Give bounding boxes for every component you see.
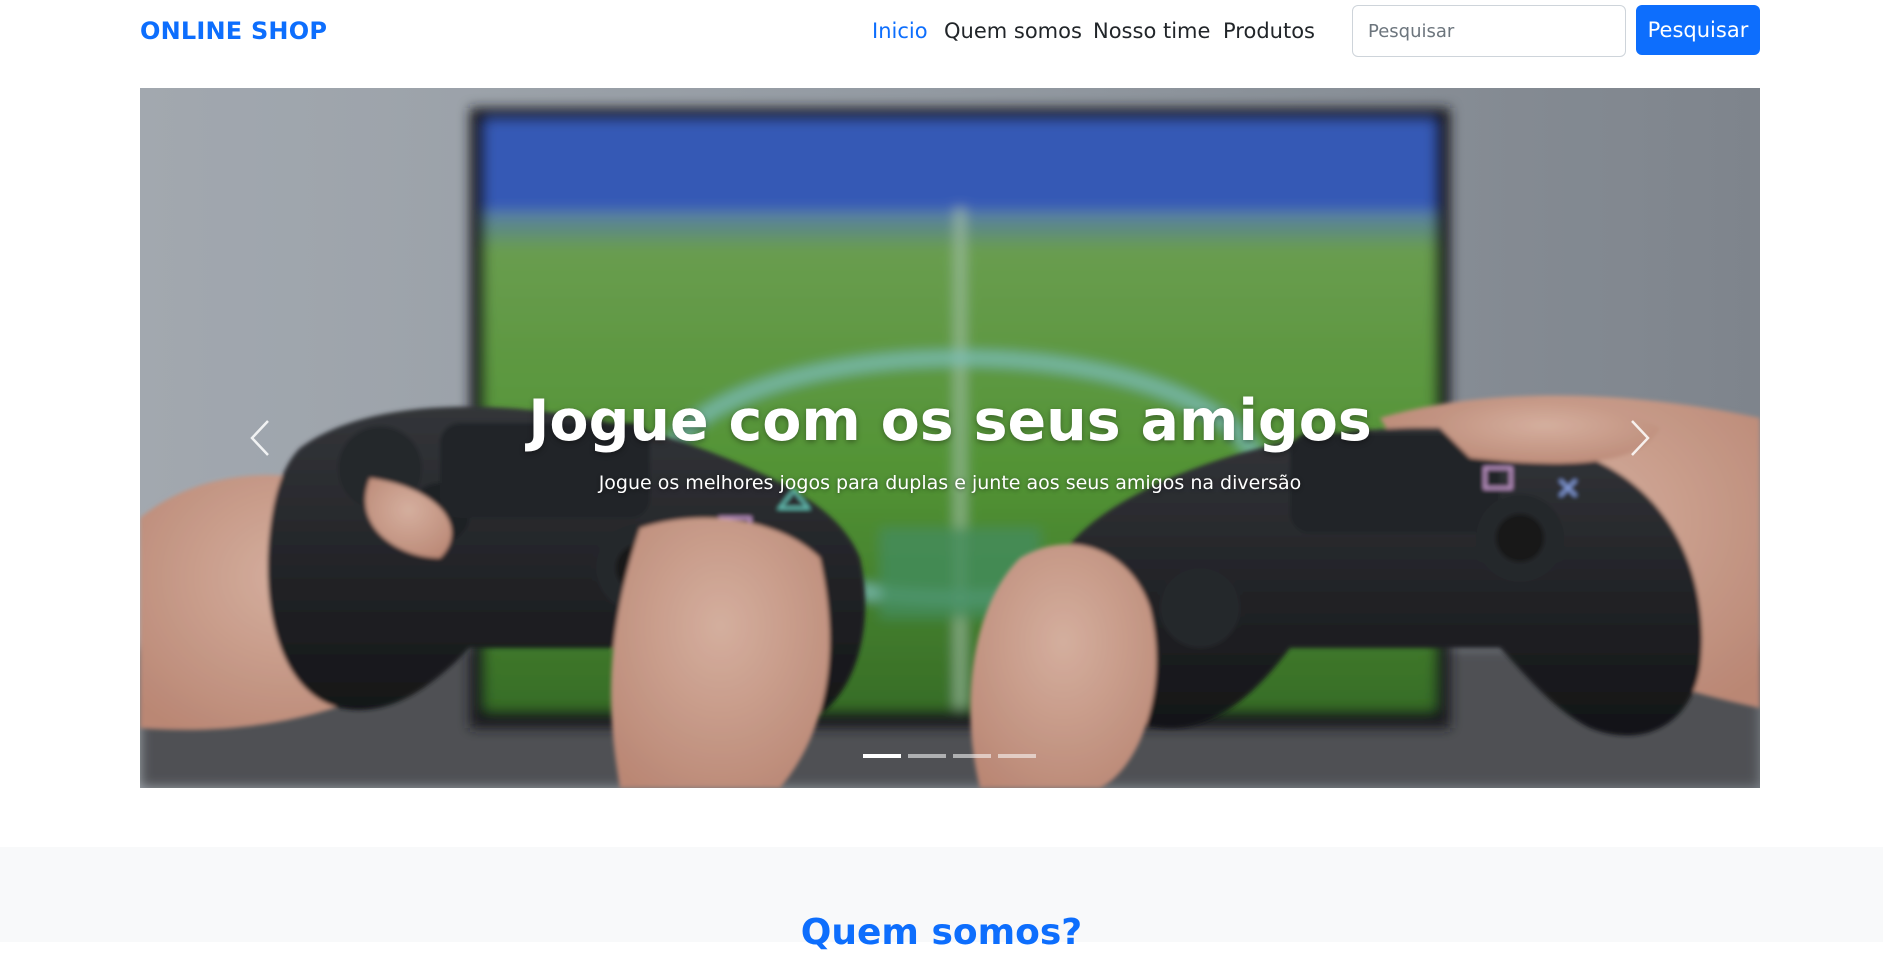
carousel-indicator-3[interactable] <box>953 754 991 758</box>
navbar: ONLINE SHOP Inicio Quem somos Nosso time… <box>0 0 1883 64</box>
carousel-indicators <box>863 751 1039 761</box>
carousel-caption-title: Jogue com os seus amigos <box>528 388 1372 454</box>
nav-link-quem-somos[interactable]: Quem somos <box>944 19 1082 43</box>
chevron-right-icon <box>1631 420 1650 456</box>
nav-link-inicio[interactable]: Inicio <box>872 19 928 43</box>
brand-logo[interactable]: ONLINE SHOP <box>140 17 327 45</box>
carousel-indicator-4[interactable] <box>998 754 1036 758</box>
carousel-caption-text: Jogue os melhores jogos para duplas e ju… <box>598 472 1302 494</box>
carousel-prev-button[interactable] <box>230 378 290 498</box>
nav-link-nosso-time[interactable]: Nosso time <box>1093 19 1210 43</box>
about-section: Quem somos? <box>0 847 1883 953</box>
carousel-next-button[interactable] <box>1610 378 1670 498</box>
search-button[interactable]: Pesquisar <box>1636 5 1760 55</box>
search-input[interactable] <box>1352 5 1626 57</box>
hero-carousel: Jogue com os seus amigos Jogue os melhor… <box>140 88 1760 788</box>
carousel-indicator-1[interactable] <box>863 754 901 758</box>
carousel-indicator-2[interactable] <box>908 754 946 758</box>
nav-link-produtos[interactable]: Produtos <box>1223 19 1315 43</box>
chevron-left-icon <box>250 420 269 456</box>
about-title: Quem somos? <box>800 912 1083 953</box>
